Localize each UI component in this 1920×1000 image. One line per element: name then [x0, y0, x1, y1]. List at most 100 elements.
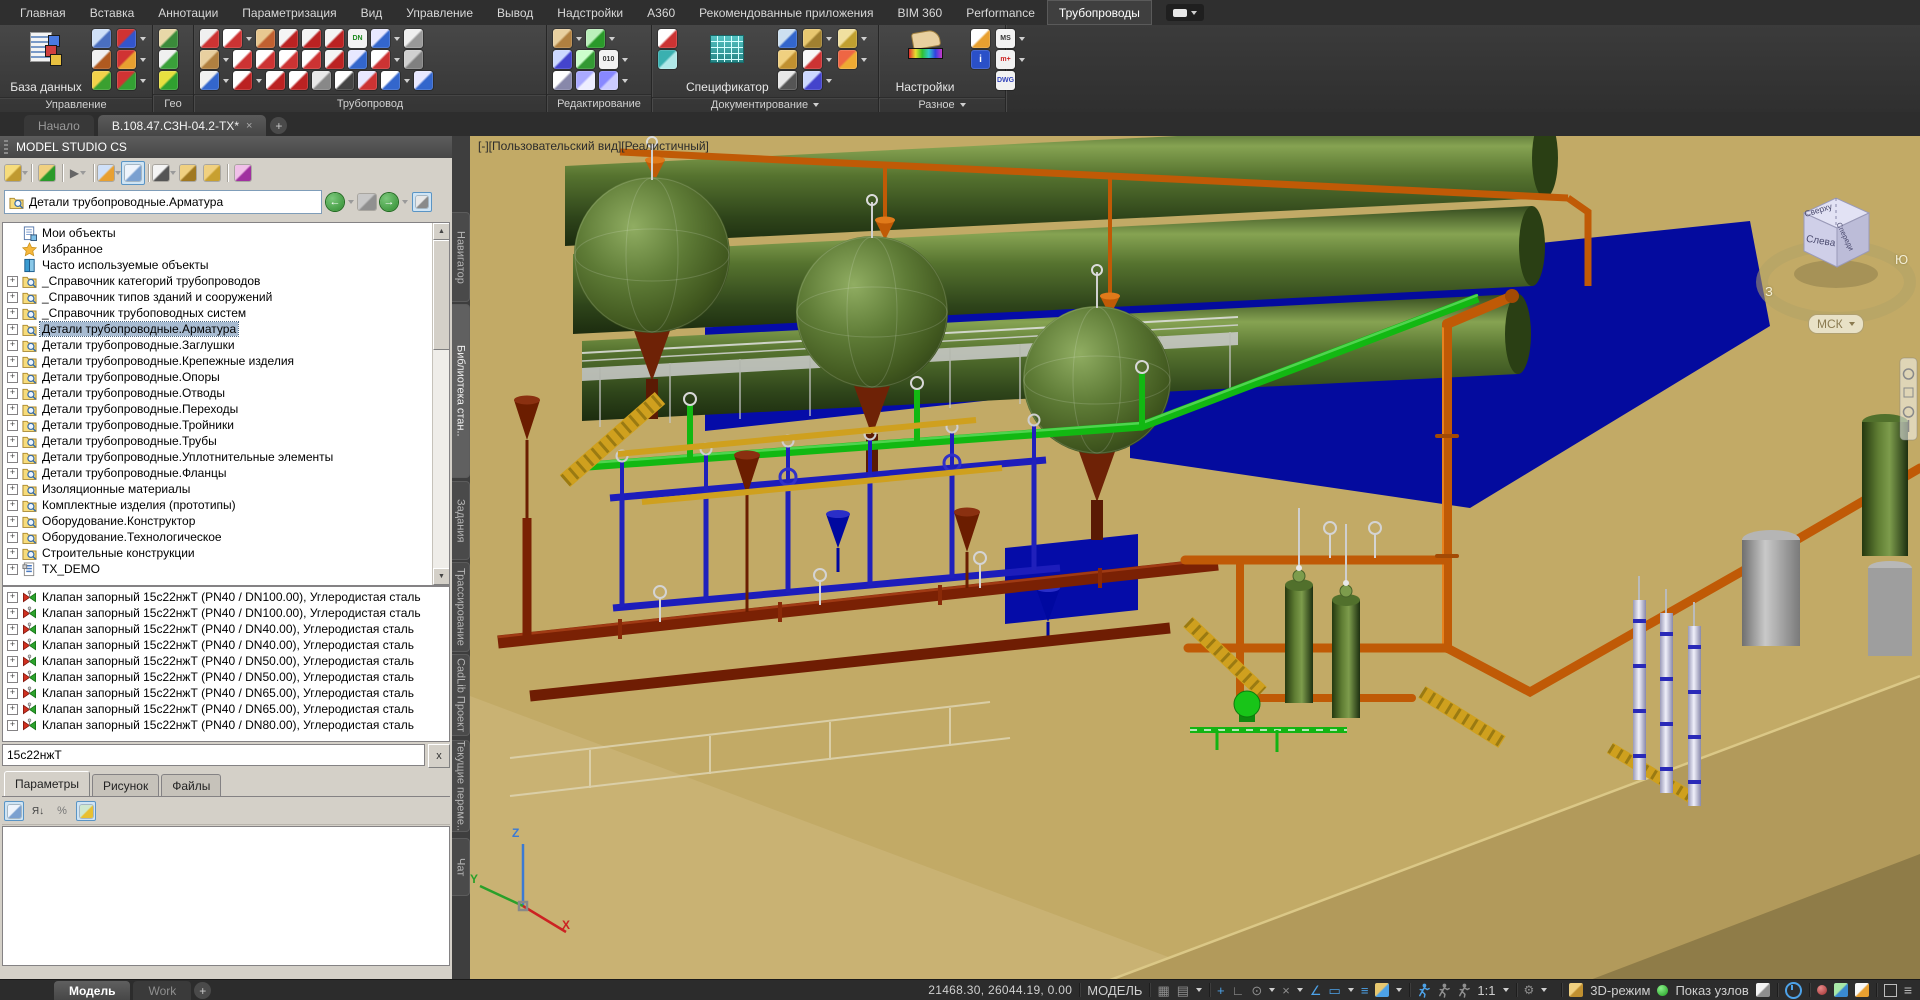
- result-item[interactable]: +Клапан запорный 15с22нжТ (PN40 / DN100.…: [3, 605, 449, 621]
- group-label-docs[interactable]: Документирование: [652, 97, 878, 112]
- scroll-down-icon[interactable]: ▼: [433, 568, 450, 585]
- loop-p-icon[interactable]: [256, 50, 275, 69]
- dynamic-input-icon[interactable]: ▭: [1329, 984, 1341, 997]
- expander-icon[interactable]: +: [7, 500, 18, 511]
- expander-icon[interactable]: +: [7, 516, 18, 527]
- pipe-riser-icon[interactable]: [371, 50, 390, 69]
- result-item[interactable]: +Клапан запорный 15с22нжТ (PN40 / DN65.0…: [3, 685, 449, 701]
- support-icon[interactable]: [312, 71, 331, 90]
- compass-south-label[interactable]: Ю: [1895, 252, 1908, 267]
- tree-item[interactable]: +Детали трубопроводные.Отводы: [3, 385, 433, 401]
- side-tab-4[interactable]: CadLib Проект: [452, 654, 470, 736]
- anchor-icon[interactable]: [404, 50, 423, 69]
- expander-icon[interactable]: +: [7, 452, 18, 463]
- menu-tab-9[interactable]: Рекомендованные приложения: [687, 0, 885, 25]
- valve2-icon[interactable]: [266, 71, 285, 90]
- group-label-manage[interactable]: Управление: [0, 97, 152, 112]
- object-snap-tracking-icon[interactable]: ∠: [1310, 984, 1322, 997]
- menu-tab-8[interactable]: A360: [635, 0, 687, 25]
- gizmo-icon[interactable]: [1437, 983, 1450, 998]
- expander-icon[interactable]: +: [7, 720, 18, 731]
- tree-item[interactable]: +Детали трубопроводные.Тройники: [3, 417, 433, 433]
- fullscreen-icon[interactable]: [1884, 984, 1897, 997]
- panel-tab-2[interactable]: Файлы: [161, 774, 221, 796]
- slope-icon[interactable]: [200, 71, 219, 90]
- parameters-grid[interactable]: [2, 826, 450, 966]
- table-edit-icon[interactable]: [92, 50, 111, 69]
- clear-search-button[interactable]: x: [428, 744, 450, 768]
- camera-tag-icon[interactable]: [335, 71, 354, 90]
- tree-item[interactable]: +Оборудование.Технологическое: [3, 529, 433, 545]
- edit-param-button[interactable]: [76, 801, 96, 821]
- expander-icon[interactable]: +: [7, 704, 18, 715]
- tree-item[interactable]: +_Справочник типов зданий и сооружений: [3, 289, 433, 305]
- sort-az-button[interactable]: Я↓: [28, 801, 48, 821]
- isometric-icon[interactable]: ×: [1282, 984, 1290, 997]
- expander-icon[interactable]: +: [7, 436, 18, 447]
- expander-icon[interactable]: +: [7, 672, 18, 683]
- viewport[interactable]: [-][Пользовательский вид][Реалистичный] …: [470, 136, 1920, 980]
- tree-item[interactable]: +Детали трубопроводные.Опоры: [3, 369, 433, 385]
- tree-item[interactable]: +Мои объекты: [3, 225, 433, 241]
- doc-question-icon[interactable]: [971, 29, 990, 48]
- expander-icon[interactable]: +: [7, 276, 18, 287]
- filter-button[interactable]: [152, 161, 176, 185]
- mplus-icon[interactable]: m+: [996, 50, 1015, 69]
- 3d-mode-button[interactable]: 3D-режим: [1590, 984, 1650, 997]
- paint-image-icon[interactable]: [778, 71, 797, 90]
- side-tab-6[interactable]: Чат: [452, 838, 470, 896]
- tree-item[interactable]: +TX_DEMO: [3, 561, 433, 577]
- arrows-icon[interactable]: [358, 71, 377, 90]
- group-label-pipeline[interactable]: Трубопровод: [194, 94, 546, 112]
- menu-tab-12[interactable]: Трубопроводы: [1047, 0, 1152, 25]
- pipe-split-icon[interactable]: [348, 50, 367, 69]
- expander-icon[interactable]: +: [7, 608, 18, 619]
- tree-item[interactable]: +Детали трубопроводные.Трубы: [3, 433, 433, 449]
- scroll-up-icon[interactable]: ▲: [433, 223, 450, 240]
- box-icon[interactable]: [803, 29, 822, 48]
- specificator-button[interactable]: Спецификатор: [683, 29, 772, 95]
- chain-break-icon[interactable]: [404, 29, 423, 48]
- viewport-frame-icon[interactable]: [803, 71, 822, 90]
- side-tab-1[interactable]: Библиотека стан..: [452, 304, 470, 478]
- green-pencil-icon[interactable]: [586, 29, 605, 48]
- dn-icon[interactable]: DN: [348, 29, 367, 48]
- tree-item[interactable]: +Избранное: [3, 241, 433, 257]
- layout-tab-model[interactable]: Модель: [54, 981, 130, 1000]
- annotation-vis-icon[interactable]: [1457, 983, 1470, 998]
- loop-omega-icon[interactable]: [302, 50, 321, 69]
- tree-item[interactable]: +_Справочник категорий трубопроводов: [3, 273, 433, 289]
- category-combo[interactable]: Детали трубопроводные.Арматура: [4, 190, 322, 214]
- pipe-join-icon[interactable]: [371, 29, 390, 48]
- tree-item[interactable]: +Детали трубопроводные.Заглушки: [3, 337, 433, 353]
- funnel-button[interactable]: [200, 161, 224, 185]
- result-item[interactable]: +Клапан запорный 15с22нжТ (PN40 / DN40.0…: [3, 637, 449, 653]
- menu-tab-1[interactable]: Вставка: [78, 0, 147, 25]
- pipe-step-icon[interactable]: [381, 71, 400, 90]
- menu-tab-10[interactable]: BIM 360: [886, 0, 955, 25]
- group-label-misc[interactable]: Разное: [879, 97, 1005, 112]
- find-button[interactable]: [176, 161, 200, 185]
- selection-cycling-icon[interactable]: [1417, 983, 1430, 998]
- result-item[interactable]: +Клапан запорный 15с22нжТ (PN40 / DN50.0…: [3, 653, 449, 669]
- side-tab-5[interactable]: Текущие переме..: [452, 740, 470, 832]
- database-button[interactable]: База данных: [6, 29, 86, 95]
- pipe-segment-icon[interactable]: [223, 29, 242, 48]
- open-folder-icon[interactable]: [778, 50, 797, 69]
- tree-item[interactable]: +Детали трубопроводные.Уплотнительные эл…: [3, 449, 433, 465]
- expander-icon[interactable]: +: [7, 592, 18, 603]
- question-cubes-icon[interactable]: [599, 71, 618, 90]
- expander-icon[interactable]: +: [7, 356, 18, 367]
- branch-icon[interactable]: [325, 29, 344, 48]
- axes-grid-icon[interactable]: [200, 29, 219, 48]
- result-item[interactable]: +Клапан запорный 15с22нжТ (PN40 / DN50.0…: [3, 669, 449, 685]
- open-library-button[interactable]: [4, 161, 28, 185]
- terrain-icon[interactable]: [159, 29, 178, 48]
- compass-west-label[interactable]: З: [1765, 284, 1773, 299]
- beam-icon[interactable]: [414, 71, 433, 90]
- frame-icon[interactable]: [803, 50, 822, 69]
- hand-pipe-icon[interactable]: [200, 50, 219, 69]
- expander-icon[interactable]: +: [7, 564, 18, 575]
- result-item[interactable]: +Клапан запорный 15с22нжТ (PN40 / DN100.…: [3, 589, 449, 605]
- ms-icon[interactable]: MS: [996, 29, 1015, 48]
